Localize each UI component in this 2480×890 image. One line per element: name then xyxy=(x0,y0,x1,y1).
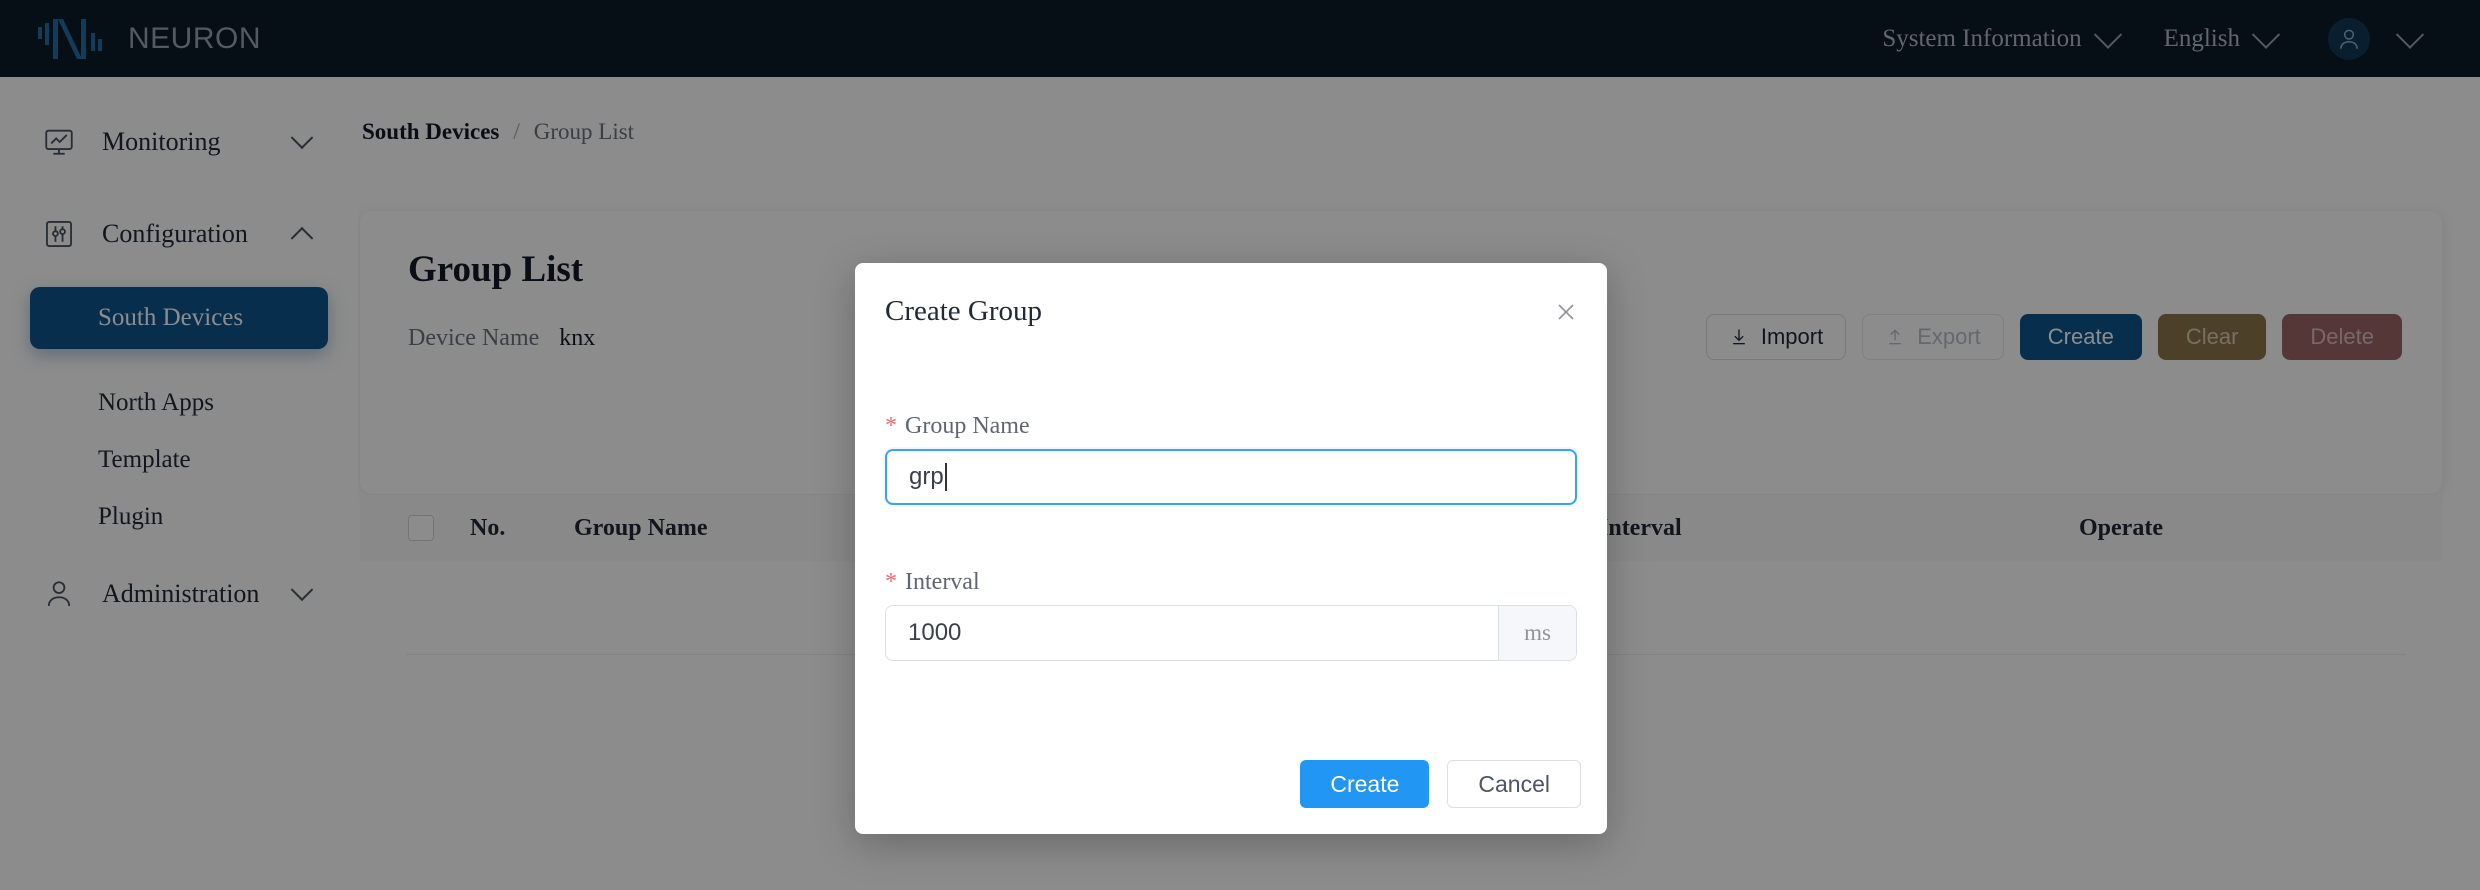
dialog-title: Create Group xyxy=(885,295,1043,327)
app-root: NEURON System Information English Monito… xyxy=(0,0,2480,890)
dialog-cancel-button[interactable]: Cancel xyxy=(1447,760,1581,808)
dialog-create-button[interactable]: Create xyxy=(1300,760,1430,808)
group-name-label-text: Group Name xyxy=(905,413,1030,439)
close-icon xyxy=(1558,304,1574,320)
interval-input[interactable]: 1000 xyxy=(886,619,1498,647)
required-mark: * xyxy=(885,569,897,595)
create-group-dialog: Create Group * Group Name grp * Interval 1… xyxy=(855,263,1607,834)
interval-unit: ms xyxy=(1498,606,1576,660)
required-mark: * xyxy=(885,413,897,439)
interval-input-group: 1000 ms xyxy=(885,605,1577,661)
group-name-label: * Group Name xyxy=(885,413,1030,440)
group-name-input[interactable]: grp xyxy=(885,449,1577,505)
text-caret xyxy=(944,463,947,491)
close-button[interactable] xyxy=(1549,295,1583,329)
interval-label: * Interval xyxy=(885,569,980,596)
dialog-footer: Create Cancel xyxy=(1282,760,1581,808)
interval-label-text: Interval xyxy=(905,569,980,595)
group-name-value: grp xyxy=(909,463,944,490)
